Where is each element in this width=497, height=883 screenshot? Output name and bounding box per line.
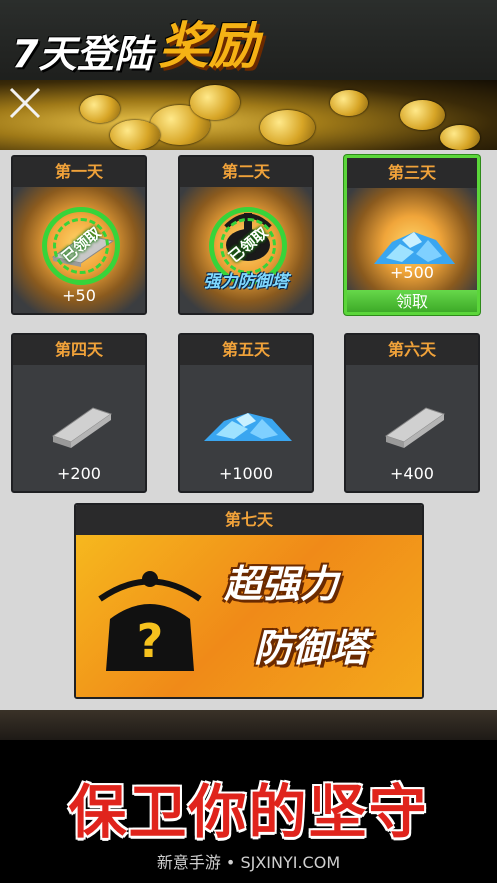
reward-amount: +500 <box>390 263 434 282</box>
day-card-6[interactable]: 第六天 +400 <box>344 333 480 493</box>
day-label: 第七天 <box>76 505 422 535</box>
reward-item-name: 强力防御塔 <box>203 272 289 292</box>
silver-ingot-icon <box>51 407 113 448</box>
day-card-3[interactable]: 第三天 +500 领取 <box>344 155 480 315</box>
title-part1: 7天登陆 <box>12 32 153 76</box>
slogan: 保卫你的坚守 <box>68 778 429 846</box>
day-card-7[interactable]: 第七天 ? 超强力 防御塔 <box>74 503 424 699</box>
mystery-tower-icon: ? <box>98 571 202 671</box>
close-icon[interactable] <box>6 84 44 122</box>
diamond-pile-icon <box>204 413 292 441</box>
reward-amount: +400 <box>390 464 434 483</box>
svg-text:?: ? <box>137 614 164 668</box>
page-title: 7天登陆 奖励 <box>12 8 258 78</box>
day-card-5[interactable]: 第五天 +1000 <box>178 333 314 493</box>
day-label: 第六天 <box>346 335 478 365</box>
day-card-2[interactable]: 第二天 已领取 强力防御塔 <box>178 155 314 315</box>
diamond-pile-icon <box>374 232 455 264</box>
day-label: 第三天 <box>347 158 477 188</box>
day7-title-line2: 防御塔 <box>254 626 369 670</box>
reward-amount: +1000 <box>218 464 274 483</box>
reward-amount: +50 <box>62 286 96 305</box>
bottom-strip <box>0 710 497 740</box>
day7-title-line1: 超强力 <box>224 562 339 606</box>
day-label: 第五天 <box>180 335 312 365</box>
title-part2: 奖励 <box>158 17 259 75</box>
close-button[interactable] <box>6 84 44 122</box>
claimed-stamp: 已领取 <box>42 207 120 285</box>
day-label: 第二天 <box>180 157 312 187</box>
claim-button[interactable]: 领取 <box>347 290 477 312</box>
coins-banner <box>0 80 497 150</box>
day-card-4[interactable]: 第四天 +200 <box>11 333 147 493</box>
day-card-1[interactable]: 第一天 已领取 +50 <box>11 155 147 315</box>
reward-amount: +200 <box>57 464 101 483</box>
day-label: 第四天 <box>13 335 145 365</box>
silver-ingot-icon <box>384 407 446 448</box>
day-label: 第一天 <box>13 157 145 187</box>
watermark: 新意手游 • SJXINYI.COM <box>156 853 341 872</box>
